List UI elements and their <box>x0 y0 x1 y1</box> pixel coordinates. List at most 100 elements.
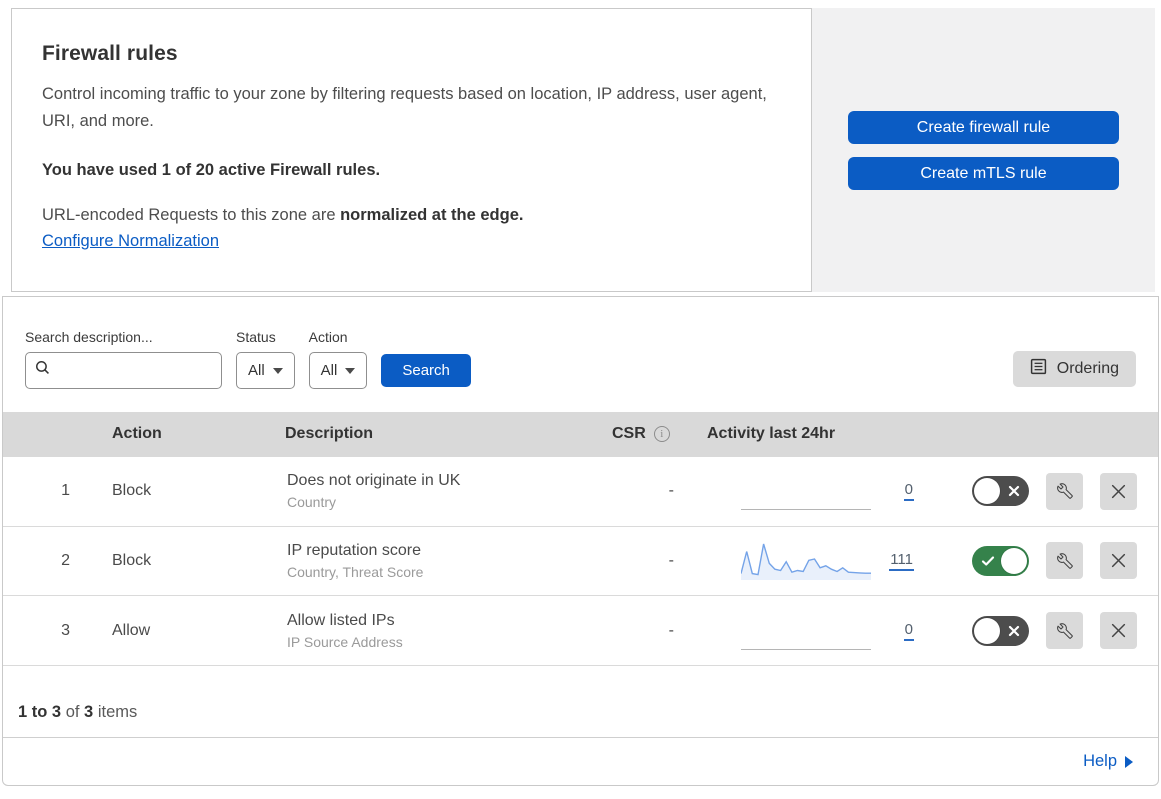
help-footer: Help <box>3 737 1158 785</box>
actions-panel: Create firewall rule Create mTLS rule <box>812 8 1155 292</box>
status-dropdown-value: All <box>248 361 265 379</box>
wrench-icon <box>1056 623 1073 639</box>
rule-description: Allow listed IPs <box>287 611 395 629</box>
search-button[interactable]: Search <box>381 353 471 387</box>
rule-activity-cell: 111 <box>691 541 921 581</box>
help-link[interactable]: Help <box>1083 752 1133 771</box>
intro-card: Firewall rules Control incoming traffic … <box>11 8 812 292</box>
action-filter-group: Action All <box>308 328 368 389</box>
edit-rule-button[interactable] <box>1046 472 1083 510</box>
rule-enabled-toggle[interactable] <box>972 545 1029 576</box>
normalization-bold: normalized at the edge. <box>340 206 524 225</box>
pagination-summary: 1 to 3 of 3 items <box>3 666 1158 737</box>
chevron-down-icon <box>272 368 283 375</box>
configure-normalization-link[interactable]: Configure Normalization <box>42 232 219 250</box>
column-header-activity: Activity last 24hr <box>707 425 836 443</box>
page-title: Firewall rules <box>42 42 178 65</box>
rule-csr: - <box>668 482 674 500</box>
items-range: 1 to 3 <box>18 703 62 722</box>
status-dropdown[interactable]: All <box>236 351 295 389</box>
table-row: 2 Block IP reputation score Country, Thr… <box>3 527 1158 597</box>
activity-sparkline <box>741 509 871 511</box>
items-text: items <box>93 703 138 722</box>
rule-controls <box>921 542 1158 580</box>
create-mtls-rule-button[interactable]: Create mTLS rule <box>848 157 1119 190</box>
column-header-csr: CSR i <box>603 425 691 443</box>
action-label: Action <box>308 328 348 345</box>
rule-controls <box>921 612 1158 650</box>
toggle-knob <box>974 617 1000 644</box>
usage-note: You have used 1 of 20 active Firewall ru… <box>42 161 381 180</box>
filter-bar: Search description... Status All Action … <box>3 297 1158 412</box>
rule-priority: 3 <box>61 621 70 639</box>
rule-priority: 1 <box>61 482 70 500</box>
ordering-button[interactable]: Ordering <box>1012 350 1136 387</box>
table-header: Action Description CSR i Activity last 2… <box>3 411 1158 457</box>
delete-rule-button[interactable] <box>1100 542 1137 580</box>
search-label: Search description... <box>25 328 153 345</box>
help-link-label: Help <box>1083 752 1117 771</box>
search-filter-group: Search description... <box>25 329 222 389</box>
csr-header-label: CSR <box>612 425 646 443</box>
rule-criteria: IP Source Address <box>287 633 403 650</box>
column-header-description: Description <box>285 425 374 443</box>
toggle-knob <box>1001 547 1027 574</box>
create-firewall-rule-button[interactable]: Create firewall rule <box>848 111 1119 144</box>
wrench-icon <box>1056 483 1073 499</box>
column-header-action: Action <box>112 425 162 443</box>
rule-criteria: Country <box>287 494 337 511</box>
rule-enabled-toggle[interactable] <box>972 476 1029 507</box>
status-label: Status <box>236 328 276 345</box>
close-icon <box>1111 484 1126 498</box>
ordering-button-label: Ordering <box>1056 359 1119 377</box>
search-icon <box>34 359 51 381</box>
normalization-prefix: URL-encoded Requests to this zone are <box>42 206 341 225</box>
rule-activity-cell: 0 <box>691 471 921 511</box>
top-section: Firewall rules Control incoming traffic … <box>11 8 1155 292</box>
activity-count-link[interactable]: 111 <box>889 551 914 571</box>
action-dropdown-value: All <box>320 361 338 379</box>
rule-description-cell: IP reputation score Country, Threat Scor… <box>276 542 603 580</box>
rule-activity-cell: 0 <box>691 611 921 651</box>
search-description-input[interactable] <box>51 361 213 379</box>
close-icon <box>1111 624 1126 638</box>
search-input-wrapper <box>25 351 222 389</box>
rule-description-cell: Does not originate in UK Country <box>276 472 603 510</box>
wrench-icon <box>1056 553 1073 569</box>
close-icon <box>1111 554 1126 568</box>
rule-description: IP reputation score <box>287 541 422 559</box>
toggle-on-check-icon <box>981 556 995 566</box>
edit-rule-button[interactable] <box>1046 542 1083 580</box>
status-filter-group: Status All <box>236 329 295 389</box>
activity-sparkline <box>741 543 871 580</box>
rule-action: Block <box>112 551 152 569</box>
table-row: 1 Block Does not originate in UK Country… <box>3 457 1158 527</box>
arrow-right-icon <box>1125 756 1133 769</box>
rules-panel: Search description... Status All Action … <box>2 296 1159 786</box>
toggle-off-x-icon <box>1008 486 1020 497</box>
delete-rule-button[interactable] <box>1100 612 1137 650</box>
rule-description: Does not originate in UK <box>287 472 461 490</box>
intro-description: Control incoming traffic to your zone by… <box>42 85 767 131</box>
rule-priority: 2 <box>61 551 70 569</box>
table-row: 3 Allow Allow listed IPs IP Source Addre… <box>3 596 1158 667</box>
action-dropdown[interactable]: All <box>308 351 368 389</box>
chevron-down-icon <box>345 368 356 375</box>
rule-description-cell: Allow listed IPs IP Source Address <box>276 612 603 650</box>
activity-sparkline <box>741 648 871 650</box>
rule-criteria: Country, Threat Score <box>287 563 424 580</box>
rule-csr: - <box>668 551 674 569</box>
rule-action: Allow <box>112 621 151 639</box>
toggle-knob <box>974 478 1000 505</box>
edit-rule-button[interactable] <box>1046 612 1083 650</box>
rule-action: Block <box>112 482 152 500</box>
delete-rule-button[interactable] <box>1100 472 1137 510</box>
activity-count-link[interactable]: 0 <box>903 621 914 641</box>
rule-csr: - <box>668 621 674 639</box>
rule-enabled-toggle[interactable] <box>972 615 1029 646</box>
activity-count-link[interactable]: 0 <box>903 481 914 502</box>
normalization-note: URL-encoded Requests to this zone are no… <box>42 206 771 225</box>
info-icon[interactable]: i <box>653 426 670 443</box>
items-total: 3 <box>84 703 94 722</box>
toggle-off-x-icon <box>1008 625 1020 636</box>
